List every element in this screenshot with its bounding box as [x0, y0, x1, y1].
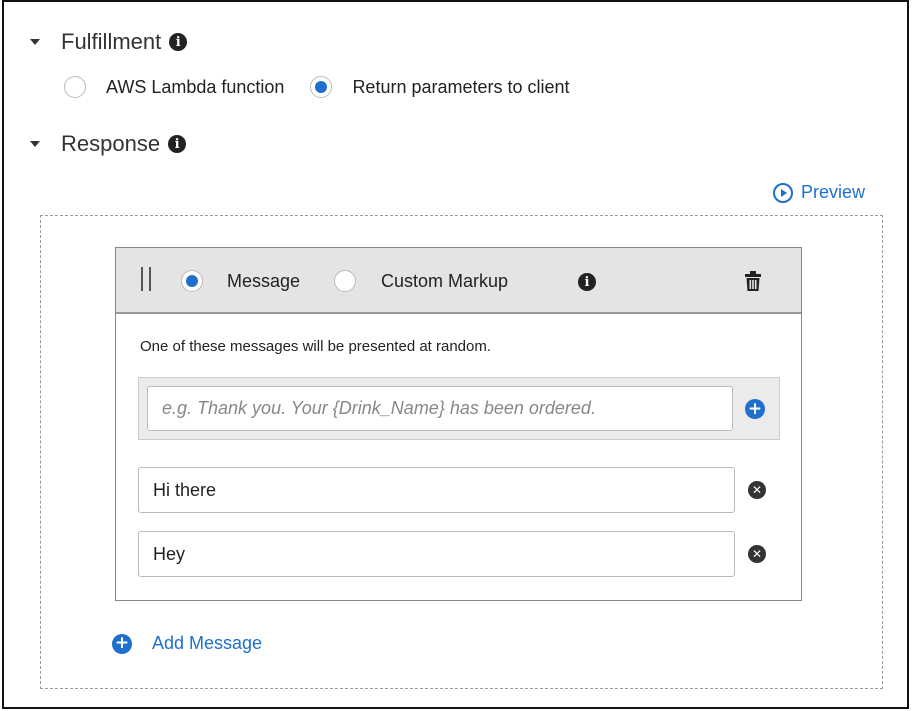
add-message-button[interactable]: + Add Message — [112, 633, 262, 654]
radio-message-label[interactable]: Message — [227, 271, 300, 292]
remove-circle-icon[interactable]: ✕ — [748, 481, 766, 499]
radio-return-params-label[interactable]: Return parameters to client — [352, 77, 569, 98]
trash-icon[interactable] — [745, 271, 761, 291]
plus-circle-icon: + — [112, 633, 132, 654]
caret-down-icon[interactable] — [30, 39, 40, 45]
caret-down-icon[interactable] — [30, 141, 40, 147]
drag-handle-icon[interactable] — [141, 267, 151, 291]
message-field[interactable] — [138, 531, 735, 577]
fulfillment-options: AWS Lambda function Return parameters to… — [64, 76, 570, 98]
info-icon[interactable]: i — [578, 273, 596, 291]
response-config-panel: Fulfillment i AWS Lambda function Return… — [2, 0, 909, 709]
radio-aws-lambda[interactable] — [64, 76, 86, 98]
radio-custom-markup-label[interactable]: Custom Markup — [381, 271, 508, 292]
remove-circle-icon[interactable]: ✕ — [748, 545, 766, 563]
radio-custom-markup[interactable] — [334, 270, 356, 292]
radio-aws-lambda-label[interactable]: AWS Lambda function — [106, 77, 284, 98]
play-circle-icon — [773, 182, 793, 203]
fulfillment-header[interactable]: Fulfillment i — [30, 29, 188, 55]
preview-label: Preview — [801, 182, 866, 202]
new-message-input[interactable] — [147, 386, 733, 431]
response-header[interactable]: Response i — [30, 131, 187, 157]
radio-message[interactable] — [181, 270, 203, 292]
plus-circle-icon[interactable]: + — [745, 399, 765, 419]
message-card-header: Message Custom Markup i — [116, 248, 801, 314]
response-title: Response — [61, 131, 161, 156]
random-message-hint: One of these messages will be presented … — [140, 338, 492, 355]
radio-return-params[interactable] — [310, 76, 333, 98]
add-message-label: Add Message — [152, 633, 263, 653]
info-icon[interactable]: i — [168, 135, 187, 153]
info-icon[interactable]: i — [169, 33, 188, 51]
new-message-panel: + — [138, 377, 780, 440]
message-field[interactable] — [138, 467, 735, 513]
preview-link[interactable]: Preview — [773, 182, 865, 203]
message-card: Message Custom Markup i One of these mes… — [115, 247, 802, 601]
fulfillment-title: Fulfillment — [61, 29, 162, 54]
